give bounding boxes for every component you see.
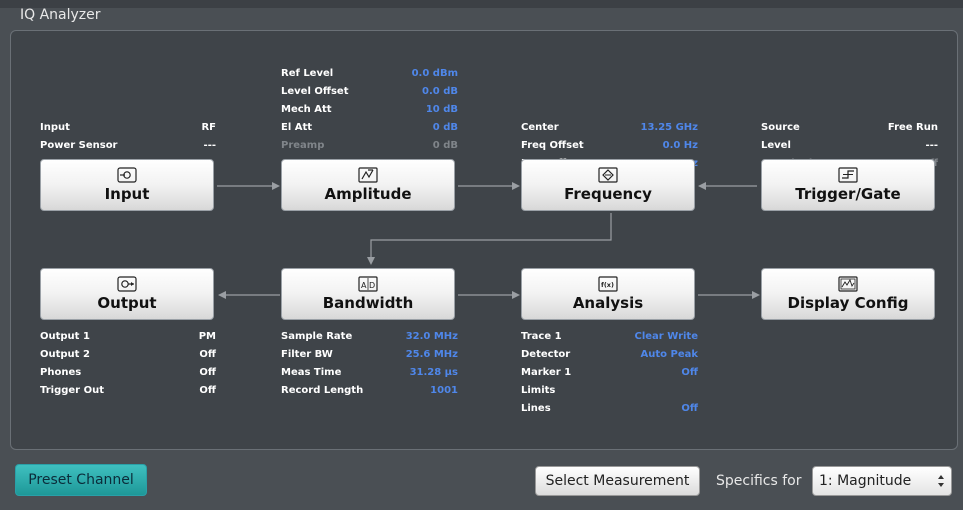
display-config-icon: [838, 276, 858, 292]
param-row-freq-offset: Freq Offset 0.0 Hz: [521, 140, 698, 151]
amplitude-icon: [358, 167, 378, 183]
param-row-trace-1: Trace 1 Clear Write: [521, 331, 698, 342]
specifics-for-label: Specifics for: [716, 473, 802, 489]
param-row-preamp: Preamp 0 dB: [281, 140, 458, 151]
analysis-block-button[interactable]: f(x) Analysis: [521, 268, 695, 320]
frequency-block-button[interactable]: Frequency: [521, 159, 695, 211]
bandwidth-params: Sample Rate 32.0 MHz Filter BW 25.6 MHz Me…: [281, 328, 458, 400]
amplitude-params: Ref Level 0.0 dBm Level Offset 0.0 dB Mech…: [281, 65, 458, 155]
display-config-block-label: Display Config: [787, 294, 909, 312]
frequency-icon: [598, 167, 618, 183]
ad-converter-icon: AD: [358, 276, 378, 292]
svg-text:A: A: [361, 281, 367, 290]
param-row-meas-time: Meas Time 31.28 µs: [281, 367, 458, 378]
input-block-label: Input: [104, 185, 150, 203]
output-block-label: Output: [97, 294, 157, 312]
param-row-filter-bw: Filter BW 25.6 MHz: [281, 349, 458, 360]
amplitude-block-label: Amplitude: [324, 185, 412, 203]
param-row-detector: Detector Auto Peak: [521, 349, 698, 360]
specifics-select-value: 1: Magnitude: [819, 473, 912, 489]
param-row-phones: Phones Off: [40, 367, 216, 378]
param-row-marker-1: Marker 1 Off: [521, 367, 698, 378]
analysis-block-label: Analysis: [572, 294, 644, 312]
trigger-icon: [838, 167, 858, 183]
trigger-gate-block-button[interactable]: Trigger/Gate: [761, 159, 935, 211]
display-config-block-button[interactable]: Display Config: [761, 268, 935, 320]
svg-text:D: D: [369, 281, 375, 290]
param-row-output-1: Output 1 PM: [40, 331, 216, 342]
title-bar: [0, 0, 963, 8]
analysis-icon: f(x): [598, 276, 618, 292]
param-row-limits: Limits: [521, 385, 556, 396]
output-block-button[interactable]: Output: [40, 268, 214, 320]
param-row-output-2: Output 2 Off: [40, 349, 216, 360]
param-row-lines: Lines Off: [521, 403, 698, 414]
bandwidth-block-button[interactable]: AD Bandwidth: [281, 268, 455, 320]
preset-channel-button[interactable]: Preset Channel: [15, 464, 147, 496]
input-params: Input RF Power Sensor ---: [40, 119, 216, 155]
param-row-record-length: Record Length 1001: [281, 385, 458, 396]
param-row-el-att: El Att 0 dB: [281, 122, 458, 133]
param-row-level: Level ---: [761, 140, 938, 151]
svg-text:f(x): f(x): [601, 281, 614, 289]
param-row-source: Source Free Run: [761, 122, 938, 133]
param-row-trigger-out: Trigger Out Off: [40, 385, 216, 396]
output-port-icon: [117, 276, 137, 292]
input-port-icon: [117, 167, 137, 183]
bandwidth-block-label: Bandwidth: [322, 294, 414, 312]
trigger-gate-block-label: Trigger/Gate: [795, 185, 901, 203]
specifics-select[interactable]: 1: Magnitude: [812, 466, 952, 496]
output-params: Output 1 PM Output 2 Off Phones Off Trigger…: [40, 328, 216, 400]
param-row-power-sensor: Power Sensor ---: [40, 140, 216, 151]
select-measurement-button[interactable]: Select Measurement: [535, 466, 700, 496]
param-row-ref-level: Ref Level 0.0 dBm: [281, 68, 458, 79]
input-block-button[interactable]: Input: [40, 159, 214, 211]
param-row-center: Center 13.25 GHz: [521, 122, 698, 133]
param-row-input: Input RF: [40, 122, 216, 133]
updown-arrow-icon: [937, 474, 945, 488]
window-title: IQ Analyzer: [20, 7, 101, 23]
amplitude-block-button[interactable]: Amplitude: [281, 159, 455, 211]
frequency-block-label: Frequency: [564, 185, 652, 203]
analysis-params: Trace 1 Clear Write Detector Auto Peak Mar…: [521, 328, 698, 418]
param-row-level-offset: Level Offset 0.0 dB: [281, 86, 458, 97]
param-row-sample-rate: Sample Rate 32.0 MHz: [281, 331, 458, 342]
param-row-mech-att: Mech Att 10 dB: [281, 104, 458, 115]
